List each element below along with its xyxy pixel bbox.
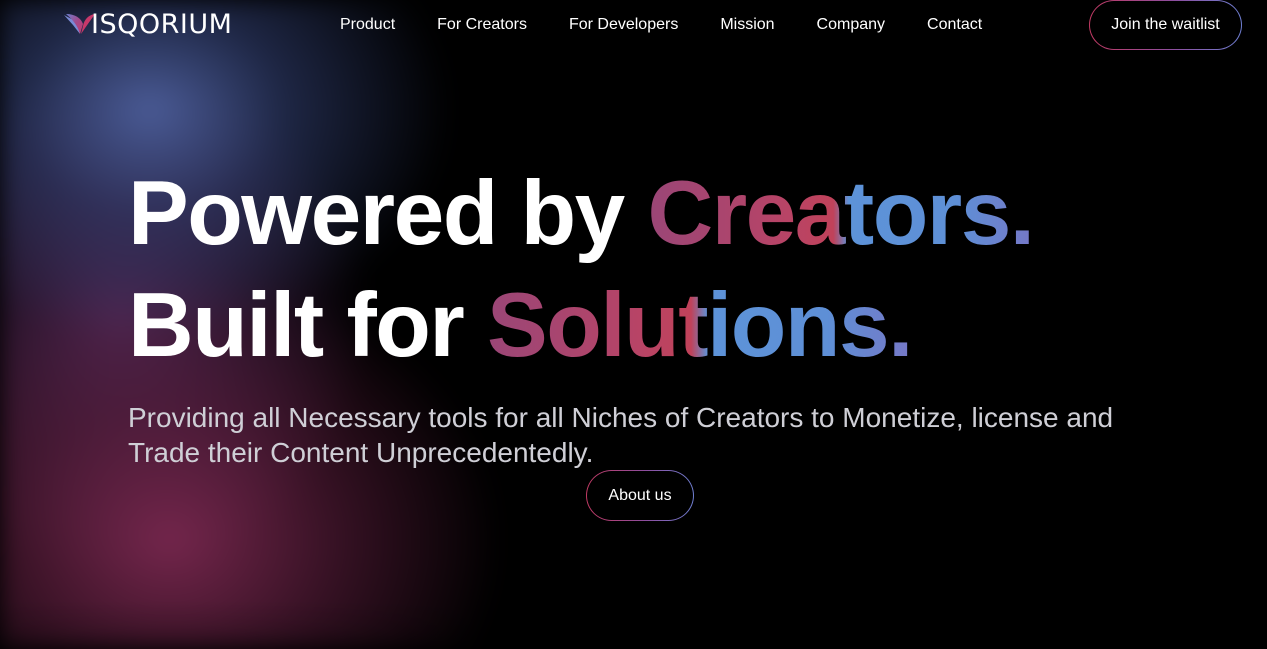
hero-line-2-text: Built for	[128, 275, 488, 376]
bottom-fade	[0, 600, 1267, 649]
brand-logo[interactable]: ISQORIUM	[63, 10, 232, 40]
join-waitlist-label: Join the waitlist	[1090, 1, 1241, 49]
nav-link-product[interactable]: Product	[340, 14, 395, 36]
hero-subtitle: Providing all Necessary tools for all Ni…	[128, 402, 1114, 468]
join-waitlist-button[interactable]: Join the waitlist	[1089, 0, 1242, 50]
nav-link-for-creators[interactable]: For Creators	[437, 14, 527, 36]
hero-line-1-highlight: Creators.	[647, 163, 1036, 264]
about-us-button[interactable]: About us	[586, 470, 694, 521]
landing-page: ISQORIUM Product For Creators For Develo…	[0, 0, 1267, 649]
nav-link-mission[interactable]: Mission	[720, 14, 774, 36]
hero-line-1-text: Powered by	[128, 163, 648, 264]
hero-line-2-highlight: Solutions.	[487, 275, 913, 376]
nav-link-for-developers[interactable]: For Developers	[569, 14, 678, 36]
nav-link-contact[interactable]: Contact	[927, 14, 982, 36]
hero-headline-line-1: Powered by Creators.	[128, 163, 1036, 264]
nav-links: Product For Creators For Developers Miss…	[340, 14, 1024, 36]
about-us-label: About us	[587, 471, 693, 520]
top-navigation: ISQORIUM Product For Creators For Develo…	[0, 0, 1267, 50]
hero-headline-line-2: Built for Solutions.	[128, 275, 913, 376]
nav-link-company[interactable]: Company	[817, 14, 885, 36]
brand-name: ISQORIUM	[91, 9, 233, 40]
